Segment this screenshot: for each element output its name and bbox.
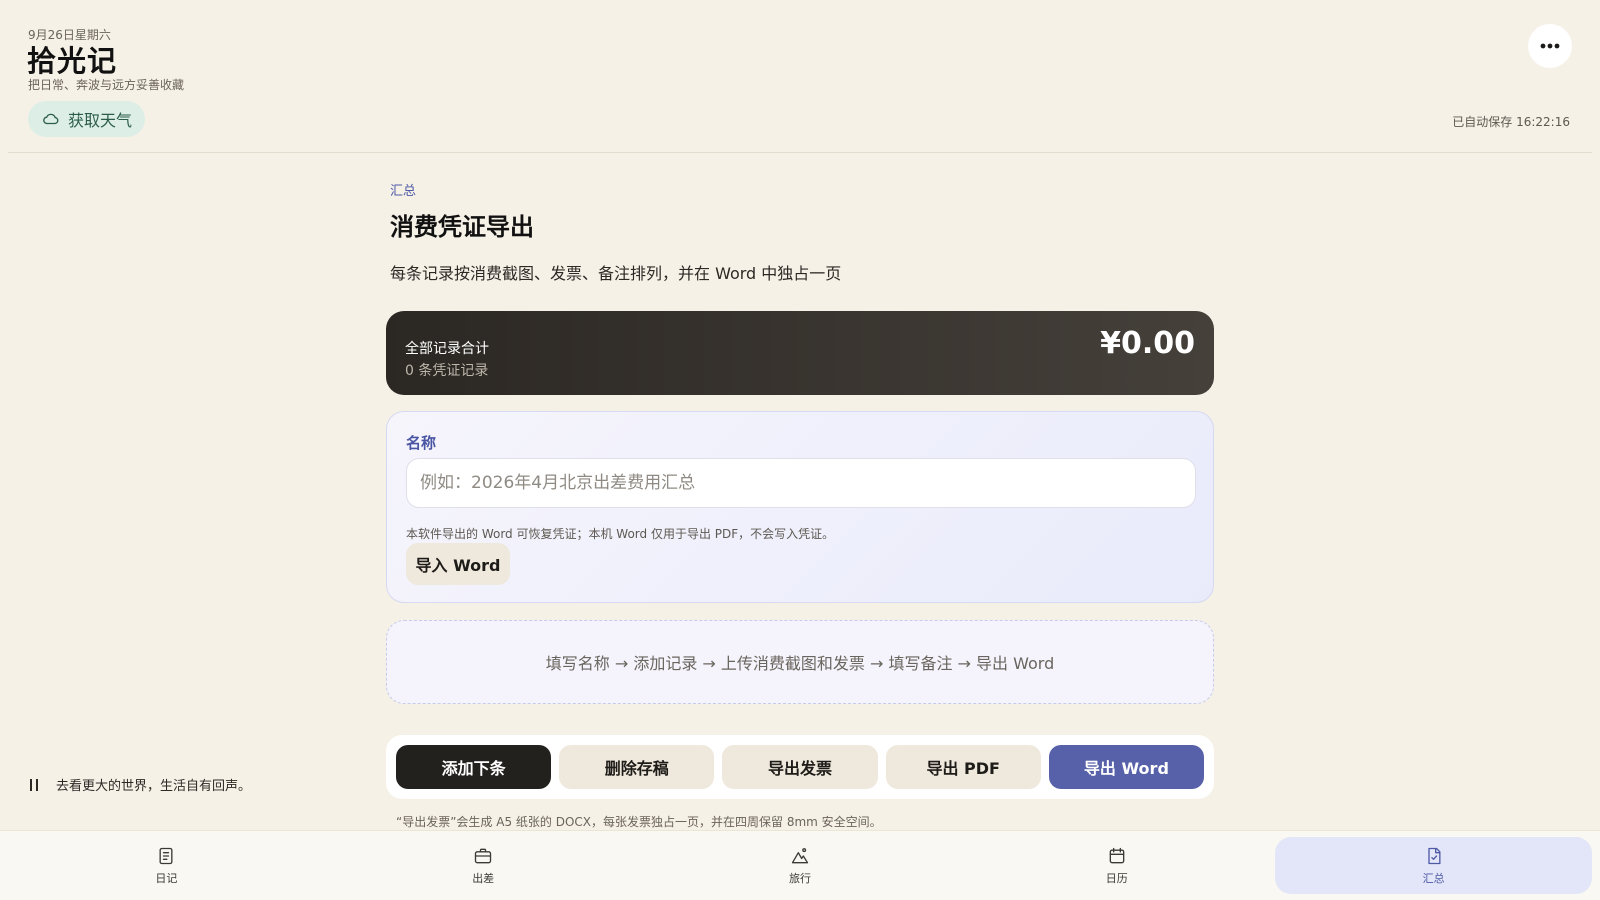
record-count: 0 条凭证记录 bbox=[405, 363, 489, 379]
export-footnote: “导出发票”会生成 A5 纸张的 DOCX，每张发票独占一页，并在四周保留 8m… bbox=[396, 815, 882, 829]
app-title: 拾光记 bbox=[27, 44, 118, 78]
page-description: 每条记录按消费截图、发票、备注排列，并在 Word 中独占一页 bbox=[390, 264, 842, 283]
steps-hint: 填写名称 → 添加记录 → 上传消费截图和发票 → 填写备注 → 导出 Word bbox=[386, 620, 1214, 704]
export-word-button[interactable]: 导出 Word bbox=[1048, 745, 1205, 789]
total-amount: ¥0.00 bbox=[1100, 326, 1195, 361]
mountain-icon bbox=[791, 847, 809, 863]
export-invoice-button[interactable]: 导出发票 bbox=[722, 745, 878, 789]
nav-label-summary: 汇总 bbox=[1422, 871, 1445, 885]
app-subtitle: 把日常、奔波与远方妥善收藏 bbox=[28, 78, 185, 92]
autosave-status: 已自动保存 16:22:16 bbox=[1452, 115, 1570, 129]
section-tag: 汇总 bbox=[390, 184, 417, 199]
nav-label-calendar: 日历 bbox=[1105, 871, 1128, 885]
music-player: 去看更大的世界，生活自有回声。 bbox=[30, 775, 251, 794]
name-card: 名称 本软件导出的 Word 可恢复凭证；本机 Word 仅用于导出 PDF，不… bbox=[386, 411, 1214, 603]
nav-label-business-trip: 出差 bbox=[472, 871, 495, 885]
nav-item-diary[interactable]: 日记 bbox=[8, 837, 325, 894]
delete-draft-button[interactable]: 删除存稿 bbox=[559, 745, 715, 789]
briefcase-icon bbox=[475, 848, 492, 863]
name-input[interactable] bbox=[406, 458, 1196, 508]
name-label: 名称 bbox=[406, 434, 437, 452]
cloud-icon bbox=[43, 113, 59, 125]
calendar-icon bbox=[1109, 847, 1125, 863]
diary-icon bbox=[159, 847, 173, 864]
main-content: 汇总 消费凭证导出 每条记录按消费截图、发票、备注排列，并在 Word 中独占一… bbox=[386, 175, 1214, 829]
header-divider bbox=[8, 152, 1592, 153]
total-summary-card: 全部记录合计 0 条凭证记录 ¥0.00 bbox=[386, 311, 1214, 395]
bottom-nav: 日记 出差 旅行 日历 汇总 bbox=[0, 830, 1600, 900]
pause-icon[interactable] bbox=[30, 778, 38, 791]
nav-item-travel[interactable]: 旅行 bbox=[642, 837, 959, 894]
summary-doc-icon bbox=[1427, 847, 1441, 864]
nav-item-business-trip[interactable]: 出差 bbox=[325, 837, 642, 894]
more-button[interactable] bbox=[1528, 24, 1572, 68]
nav-item-calendar[interactable]: 日历 bbox=[958, 837, 1275, 894]
app-header: 9月26日星期六 拾光记 把日常、奔波与远方妥善收藏 获取天气 已自动保存 16… bbox=[0, 0, 1600, 153]
get-weather-label: 获取天气 bbox=[68, 111, 133, 130]
nav-label-travel: 旅行 bbox=[788, 871, 811, 885]
export-pdf-button[interactable]: 导出 PDF bbox=[885, 745, 1041, 789]
get-weather-button[interactable]: 获取天气 bbox=[28, 101, 145, 137]
music-text: 去看更大的世界，生活自有回声。 bbox=[56, 779, 252, 794]
add-next-button[interactable]: 添加下条 bbox=[396, 745, 552, 789]
total-label: 全部记录合计 bbox=[405, 341, 489, 357]
action-bar: 添加下条 删除存稿 导出发票 导出 PDF 导出 Word bbox=[386, 735, 1214, 799]
import-word-button[interactable]: 导入 Word bbox=[406, 543, 510, 585]
nav-label-diary: 日记 bbox=[155, 871, 178, 885]
import-note: 本软件导出的 Word 可恢复凭证；本机 Word 仅用于导出 PDF，不会写入… bbox=[406, 527, 835, 541]
page-title: 消费凭证导出 bbox=[390, 213, 534, 241]
more-icon bbox=[1540, 43, 1560, 49]
nav-item-summary[interactable]: 汇总 bbox=[1275, 837, 1592, 894]
